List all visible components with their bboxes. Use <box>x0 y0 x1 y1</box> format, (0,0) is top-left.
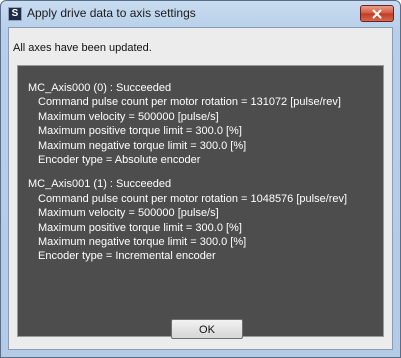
axis-detail: Maximum velocity = 500000 [pulse/s] <box>38 110 219 123</box>
axis-detail: Command pulse count per motor rotation =… <box>38 96 341 109</box>
axis-header: MC_Axis001 (1) : Succeeded <box>28 178 172 191</box>
ok-button[interactable]: OK <box>171 319 243 339</box>
close-icon <box>372 9 382 18</box>
axis-result: MC_Axis000 (0) : Succeeded Command pulse… <box>28 81 383 167</box>
dialog-window: S Apply drive data to axis settings All … <box>0 0 401 358</box>
status-message: All axes have been updated. <box>13 42 152 54</box>
axis-detail: Maximum negative torque limit = 300.0 [%… <box>38 139 247 152</box>
title-bar[interactable]: S Apply drive data to axis settings <box>1 1 400 27</box>
window-title: Apply drive data to axis settings <box>27 6 196 20</box>
axis-detail: Command pulse count per motor rotation =… <box>38 192 348 205</box>
axis-detail: Maximum positive torque limit = 300.0 [%… <box>38 221 242 234</box>
app-icon: S <box>8 7 22 21</box>
axis-detail: Maximum positive torque limit = 300.0 [%… <box>38 125 242 138</box>
results-log[interactable]: MC_Axis000 (0) : Succeeded Command pulse… <box>17 65 384 337</box>
axis-result: MC_Axis001 (1) : Succeeded Command pulse… <box>28 177 383 263</box>
axis-detail: Maximum velocity = 500000 [pulse/s] <box>38 207 219 220</box>
axis-detail: Encoder type = Incremental encoder <box>38 250 216 263</box>
axis-detail: Maximum negative torque limit = 300.0 [%… <box>38 236 247 249</box>
dialog-body: All axes have been updated. MC_Axis000 (… <box>8 27 393 350</box>
close-button[interactable] <box>360 5 394 22</box>
axis-header: MC_Axis000 (0) : Succeeded <box>28 82 172 94</box>
axis-detail: Encoder type = Absolute encoder <box>38 154 201 167</box>
